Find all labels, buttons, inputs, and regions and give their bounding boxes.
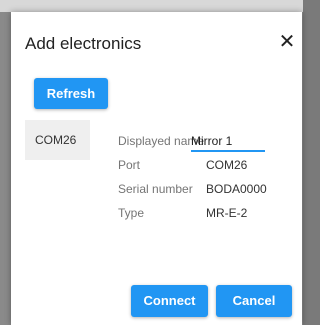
displayed-name-input[interactable] <box>191 132 265 152</box>
type-label: Type <box>118 206 145 220</box>
serial-number-value: BODA0000 <box>206 182 267 196</box>
serial-number-label: Serial number <box>118 182 193 196</box>
device-list-item[interactable]: COM26 <box>25 120 90 160</box>
device-list: COM26 <box>25 120 90 320</box>
port-label: Port <box>118 158 141 172</box>
connect-button[interactable]: Connect <box>131 285 208 317</box>
refresh-button[interactable]: Refresh <box>34 78 108 109</box>
close-icon[interactable]: ✕ <box>276 31 298 53</box>
add-electronics-dialog: Add electronics ✕ Refresh COM26 Displaye… <box>11 12 302 325</box>
dialog-title: Add electronics <box>25 34 142 53</box>
cancel-button[interactable]: Cancel <box>216 285 292 317</box>
type-value: MR-E-2 <box>206 206 248 220</box>
background-window-edge <box>0 0 303 12</box>
port-value: COM26 <box>206 158 248 172</box>
